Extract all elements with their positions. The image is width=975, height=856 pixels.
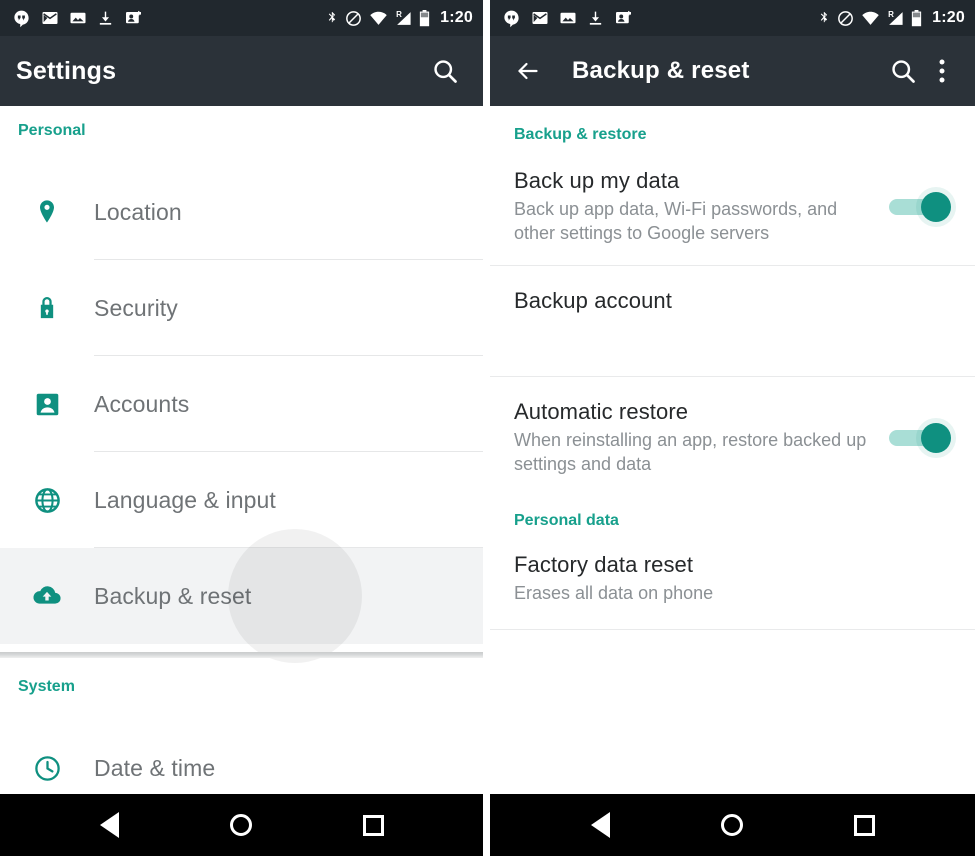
notification-icons-right: [502, 9, 817, 28]
gmail-icon: [531, 9, 549, 27]
switch-thumb: [921, 422, 951, 453]
dual-screenshot-container: R 1:20 Settings Personal Location Securi…: [0, 0, 975, 856]
status-bar-right: R 1:20: [490, 0, 975, 36]
sidebar-item-label: Security: [94, 294, 178, 321]
toolbar-settings: Settings: [0, 36, 483, 106]
system-icons-left: R 1:20: [325, 9, 473, 27]
back-up-my-data-switch[interactable]: [889, 191, 951, 222]
page-title-backup-reset: Backup & reset: [572, 57, 750, 84]
toolbar-backup-reset: Backup & reset: [490, 36, 975, 106]
battery-icon: [911, 9, 922, 27]
status-clock-left: 1:20: [440, 9, 473, 26]
pref-title: Factory data reset: [514, 552, 694, 578]
left-phone-screen: R 1:20 Settings Personal Location Securi…: [0, 0, 483, 856]
clock-icon: [0, 754, 94, 783]
contact-photo-icon: [124, 9, 143, 27]
settings-list-personal: Location Security Accounts Language & in…: [0, 164, 483, 663]
nav-recents-button[interactable]: [343, 802, 403, 848]
sidebar-item-label: Backup & reset: [94, 582, 252, 609]
account-box-icon: [0, 391, 94, 418]
pref-subtitle: When reinstalling an app, restore backed…: [514, 429, 867, 475]
hangouts-icon: [502, 9, 521, 28]
roaming-badge: R: [888, 9, 894, 19]
back-arrow-icon[interactable]: [506, 49, 550, 93]
page-title-settings: Settings: [16, 56, 117, 85]
switch-thumb: [921, 191, 951, 222]
sidebar-item-language-input[interactable]: Language & input: [0, 452, 483, 548]
lock-icon: [0, 294, 94, 322]
status-bar-left: R 1:20: [0, 0, 483, 36]
automatic-restore-switch[interactable]: [889, 422, 951, 453]
pref-factory-data-reset[interactable]: Factory data reset Erases all data on ph…: [490, 530, 975, 630]
settings-list-system: Date & time: [0, 720, 483, 794]
pref-title: Back up my data: [514, 168, 680, 193]
settings-scroll-area[interactable]: Personal Location Security Accounts Lang…: [0, 106, 483, 794]
bluetooth-icon: [325, 9, 338, 27]
navigation-bar-right: [490, 794, 975, 856]
sidebar-item-label: Location: [94, 198, 182, 225]
notification-icons-left: [12, 9, 325, 28]
wifi-icon: [369, 11, 388, 26]
pref-backup-account[interactable]: Backup account: [490, 266, 975, 377]
cellular-signal-roaming-icon: R: [887, 9, 904, 26]
screenshot-icon: [69, 9, 87, 27]
nav-back-button[interactable]: [80, 802, 140, 848]
sidebar-item-label: Language & input: [94, 486, 276, 513]
sidebar-item-date-time[interactable]: Date & time: [0, 720, 483, 794]
search-icon[interactable]: [881, 49, 925, 93]
nav-home-button[interactable]: [702, 802, 762, 848]
do-not-disturb-icon: [837, 10, 854, 27]
pref-divider: [490, 628, 975, 630]
section-header-personal: Personal: [18, 122, 86, 139]
gmail-icon: [41, 9, 59, 27]
roaming-badge: R: [396, 9, 402, 19]
pref-subtitle: Erases all data on phone: [514, 583, 714, 604]
sidebar-item-location[interactable]: Location: [0, 164, 483, 260]
pref-title: Backup account: [514, 287, 672, 313]
cellular-signal-roaming-icon: R: [395, 9, 412, 26]
pref-subtitle: Back up app data, Wi-Fi passwords, and o…: [514, 199, 838, 244]
location-pin-icon: [0, 198, 94, 226]
navigation-bar-left: [0, 794, 483, 856]
sidebar-item-label: Accounts: [94, 390, 190, 417]
list-scroll-divider: [0, 652, 483, 658]
sidebar-item-security[interactable]: Security: [0, 260, 483, 356]
do-not-disturb-icon: [345, 10, 362, 27]
pref-back-up-my-data[interactable]: Back up my data Back up app data, Wi-Fi …: [490, 144, 975, 266]
overflow-menu-icon[interactable]: [925, 49, 959, 93]
right-phone-screen: R 1:20 Backup & reset Backup & restore B…: [490, 0, 975, 856]
download-icon: [587, 9, 604, 27]
globe-icon: [0, 486, 94, 515]
sidebar-item-label: Date & time: [94, 754, 216, 781]
screen-separator: [483, 0, 490, 856]
nav-home-button[interactable]: [211, 802, 271, 848]
pref-title: Automatic restore: [514, 398, 689, 424]
section-header-backup-restore: Backup & restore: [514, 126, 647, 143]
backup-reset-scroll-area[interactable]: Backup & restore Back up my data Back up…: [490, 106, 975, 794]
search-icon[interactable]: [423, 49, 467, 93]
status-clock-right: 1:20: [932, 9, 965, 26]
cloud-upload-icon: [0, 584, 94, 608]
contact-photo-icon: [614, 9, 633, 27]
battery-icon: [419, 9, 430, 27]
nav-back-button[interactable]: [570, 802, 630, 848]
hangouts-icon: [12, 9, 31, 28]
sidebar-item-accounts[interactable]: Accounts: [0, 356, 483, 452]
bluetooth-icon: [817, 9, 830, 27]
wifi-icon: [861, 11, 880, 26]
sidebar-item-backup-reset[interactable]: Backup & reset: [0, 529, 483, 663]
nav-recents-button[interactable]: [835, 802, 895, 848]
download-icon: [97, 9, 114, 27]
system-icons-right: R 1:20: [817, 9, 965, 27]
section-header-personal-data: Personal data: [514, 512, 619, 530]
pref-subtitle-redacted: [514, 317, 874, 341]
screenshot-icon: [559, 9, 577, 27]
pref-automatic-restore[interactable]: Automatic restore When reinstalling an a…: [490, 377, 975, 503]
